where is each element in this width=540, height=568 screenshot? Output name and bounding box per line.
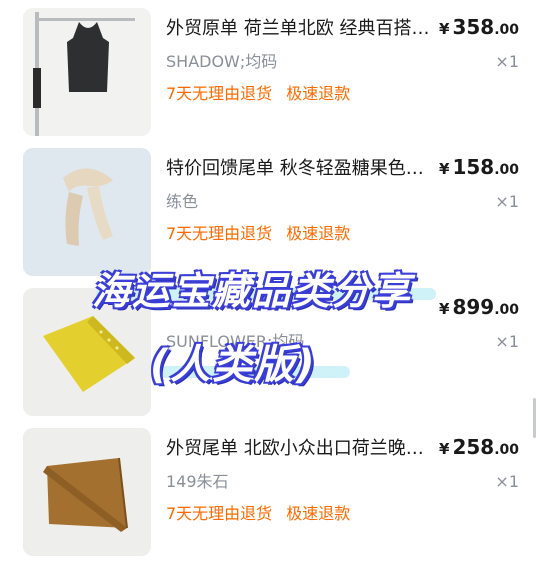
product-title[interactable]: 外贸尾单 北欧小众出口荷兰晚装披肩: [166, 437, 438, 461]
cardigan-product-image[interactable]: [23, 288, 151, 416]
service-tags: 7天无理由退货 极速退款: [166, 503, 350, 525]
fast-refund-tag: 极速退款: [286, 84, 351, 103]
shawl-product-image[interactable]: [23, 428, 151, 556]
product-spec: 149朱石: [166, 472, 229, 491]
service-tags: 7天无理由退货 极速退款: [166, 223, 350, 245]
product-spec: SUNFLOWER;均码: [166, 332, 305, 351]
product-quantity: ×1: [495, 192, 519, 211]
return-policy-tag: 7天无理由退货: [166, 504, 273, 523]
price-decimal: .00: [494, 442, 519, 458]
product-price: ¥899.00: [439, 295, 519, 319]
product-price: ¥258.00: [439, 435, 519, 459]
price-integer: 258: [452, 435, 495, 459]
order-item[interactable]: 外贸尾单 北欧小众出口荷兰晚装披肩 ¥258.00 149朱石 ×1 7天无理由…: [0, 426, 540, 558]
price-decimal: .00: [494, 302, 519, 318]
product-quantity: ×1: [495, 52, 519, 71]
scrollbar[interactable]: [533, 398, 536, 438]
price-currency: ¥: [439, 160, 450, 178]
product-price: ¥358.00: [439, 15, 519, 39]
product-spec: 练色: [166, 192, 199, 211]
product-title[interactable]: 特价回馈尾单 秋冬轻盈糖果色围巾: [166, 157, 438, 181]
price-integer: 158: [452, 155, 495, 179]
order-item[interactable]: 特价回馈尾单 秋冬轻盈糖果色围巾 ¥158.00 练色 ×1 7天无理由退货 极速…: [0, 146, 540, 278]
price-decimal: .00: [494, 22, 519, 38]
order-item[interactable]: ¥899.00 SUNFLOWER;均码 ×1: [0, 286, 540, 418]
price-currency: ¥: [439, 20, 450, 38]
fast-refund-tag: 极速退款: [286, 224, 351, 243]
service-tags: 7天无理由退货 极速退款: [166, 83, 350, 105]
order-item-list: 外贸原单 荷兰单北欧 经典百搭羊毛背心 ¥358.00 SHADOW;均码 ×1…: [0, 0, 540, 568]
product-quantity: ×1: [495, 332, 519, 351]
price-currency: ¥: [439, 440, 450, 458]
price-currency: ¥: [439, 300, 450, 318]
price-integer: 899: [452, 295, 495, 319]
fast-refund-tag: 极速退款: [286, 504, 351, 523]
order-item[interactable]: 外贸原单 荷兰单北欧 经典百搭羊毛背心 ¥358.00 SHADOW;均码 ×1…: [0, 6, 540, 138]
price-integer: 358: [452, 15, 495, 39]
price-decimal: .00: [494, 162, 519, 178]
product-price: ¥158.00: [439, 155, 519, 179]
vest-product-image[interactable]: [23, 8, 151, 136]
return-policy-tag: 7天无理由退货: [166, 84, 273, 103]
return-policy-tag: 7天无理由退货: [166, 224, 273, 243]
product-quantity: ×1: [495, 472, 519, 491]
product-spec: SHADOW;均码: [166, 52, 278, 71]
product-title[interactable]: 外贸原单 荷兰单北欧 经典百搭羊毛背心: [166, 17, 438, 41]
scarf-product-image[interactable]: [23, 148, 151, 276]
